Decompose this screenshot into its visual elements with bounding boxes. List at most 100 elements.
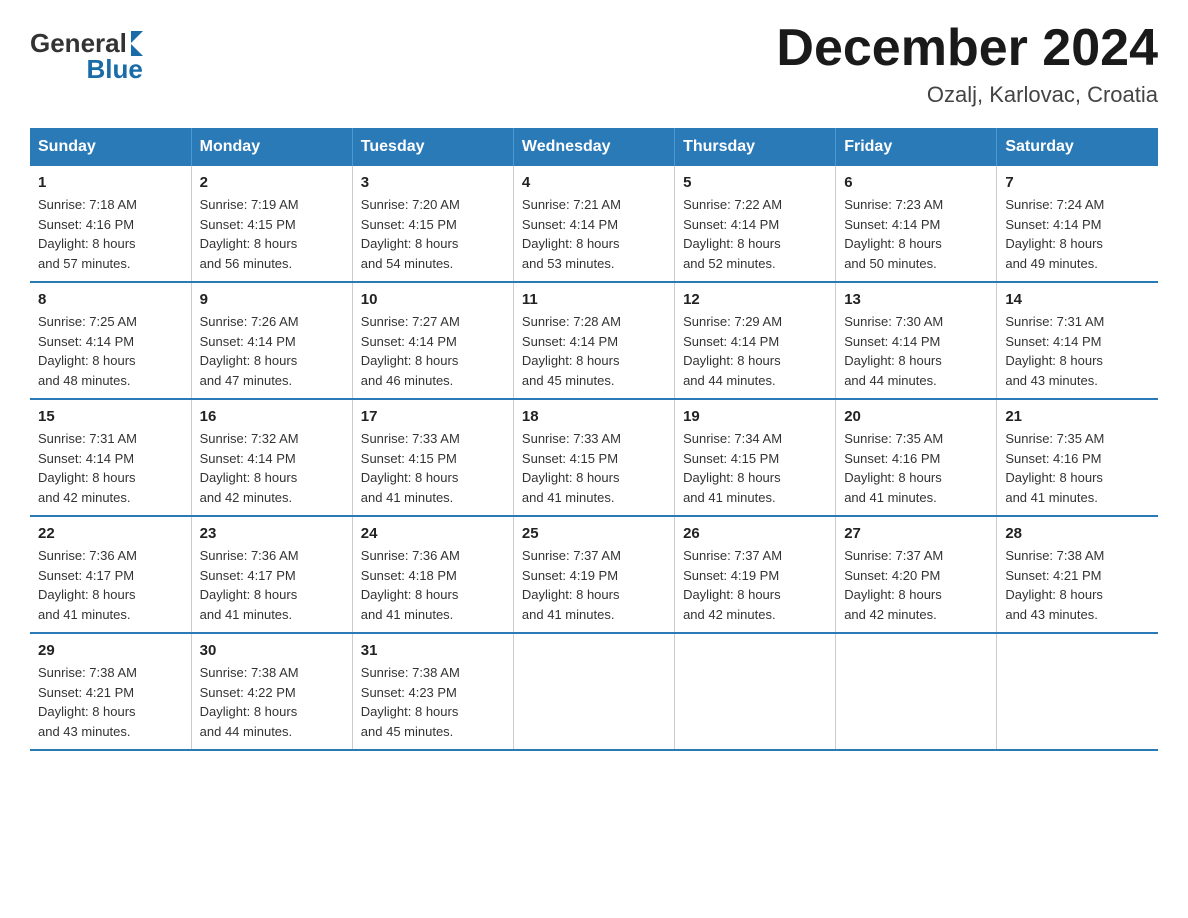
calendar-cell: 1 Sunrise: 7:18 AM Sunset: 4:16 PM Dayli… [30, 166, 191, 282]
calendar-cell: 9 Sunrise: 7:26 AM Sunset: 4:14 PM Dayli… [191, 282, 352, 399]
header-saturday: Saturday [997, 128, 1158, 166]
logo: General Blue [30, 30, 143, 83]
day-number: 4 [522, 174, 666, 191]
logo-blue-text: Blue [86, 54, 142, 84]
day-info: Sunrise: 7:28 AM Sunset: 4:14 PM Dayligh… [522, 312, 666, 390]
day-number: 2 [200, 174, 344, 191]
calendar-cell: 2 Sunrise: 7:19 AM Sunset: 4:15 PM Dayli… [191, 166, 352, 282]
calendar-week-row-3: 15 Sunrise: 7:31 AM Sunset: 4:14 PM Dayl… [30, 399, 1158, 516]
day-info: Sunrise: 7:19 AM Sunset: 4:15 PM Dayligh… [200, 195, 344, 273]
day-number: 29 [38, 642, 183, 659]
calendar-week-row-5: 29 Sunrise: 7:38 AM Sunset: 4:21 PM Dayl… [30, 633, 1158, 750]
day-number: 15 [38, 408, 183, 425]
day-info: Sunrise: 7:36 AM Sunset: 4:18 PM Dayligh… [361, 546, 505, 624]
calendar-cell: 15 Sunrise: 7:31 AM Sunset: 4:14 PM Dayl… [30, 399, 191, 516]
day-number: 6 [844, 174, 988, 191]
day-info: Sunrise: 7:33 AM Sunset: 4:15 PM Dayligh… [361, 429, 505, 507]
day-number: 12 [683, 291, 827, 308]
day-info: Sunrise: 7:36 AM Sunset: 4:17 PM Dayligh… [38, 546, 183, 624]
day-info: Sunrise: 7:24 AM Sunset: 4:14 PM Dayligh… [1005, 195, 1150, 273]
day-info: Sunrise: 7:37 AM Sunset: 4:19 PM Dayligh… [683, 546, 827, 624]
calendar-cell: 22 Sunrise: 7:36 AM Sunset: 4:17 PM Dayl… [30, 516, 191, 633]
day-info: Sunrise: 7:37 AM Sunset: 4:20 PM Dayligh… [844, 546, 988, 624]
calendar-cell: 18 Sunrise: 7:33 AM Sunset: 4:15 PM Dayl… [513, 399, 674, 516]
day-info: Sunrise: 7:35 AM Sunset: 4:16 PM Dayligh… [1005, 429, 1150, 507]
calendar-cell: 25 Sunrise: 7:37 AM Sunset: 4:19 PM Dayl… [513, 516, 674, 633]
day-info: Sunrise: 7:38 AM Sunset: 4:21 PM Dayligh… [38, 663, 183, 741]
day-number: 28 [1005, 525, 1150, 542]
calendar-cell: 4 Sunrise: 7:21 AM Sunset: 4:14 PM Dayli… [513, 166, 674, 282]
location-text: Ozalj, Karlovac, Croatia [776, 82, 1158, 108]
calendar-cell: 16 Sunrise: 7:32 AM Sunset: 4:14 PM Dayl… [191, 399, 352, 516]
header-tuesday: Tuesday [352, 128, 513, 166]
calendar-cell: 7 Sunrise: 7:24 AM Sunset: 4:14 PM Dayli… [997, 166, 1158, 282]
day-info: Sunrise: 7:31 AM Sunset: 4:14 PM Dayligh… [1005, 312, 1150, 390]
month-title: December 2024 [776, 20, 1158, 77]
day-number: 21 [1005, 408, 1150, 425]
day-info: Sunrise: 7:25 AM Sunset: 4:14 PM Dayligh… [38, 312, 183, 390]
header-monday: Monday [191, 128, 352, 166]
calendar-week-row-4: 22 Sunrise: 7:36 AM Sunset: 4:17 PM Dayl… [30, 516, 1158, 633]
calendar-cell: 30 Sunrise: 7:38 AM Sunset: 4:22 PM Dayl… [191, 633, 352, 750]
calendar-cell: 20 Sunrise: 7:35 AM Sunset: 4:16 PM Dayl… [836, 399, 997, 516]
day-number: 30 [200, 642, 344, 659]
header-wednesday: Wednesday [513, 128, 674, 166]
day-number: 18 [522, 408, 666, 425]
calendar-cell: 26 Sunrise: 7:37 AM Sunset: 4:19 PM Dayl… [675, 516, 836, 633]
calendar-cell: 5 Sunrise: 7:22 AM Sunset: 4:14 PM Dayli… [675, 166, 836, 282]
day-number: 10 [361, 291, 505, 308]
day-info: Sunrise: 7:36 AM Sunset: 4:17 PM Dayligh… [200, 546, 344, 624]
day-number: 22 [38, 525, 183, 542]
calendar-week-row-2: 8 Sunrise: 7:25 AM Sunset: 4:14 PM Dayli… [30, 282, 1158, 399]
day-number: 25 [522, 525, 666, 542]
day-info: Sunrise: 7:38 AM Sunset: 4:21 PM Dayligh… [1005, 546, 1150, 624]
calendar-cell: 14 Sunrise: 7:31 AM Sunset: 4:14 PM Dayl… [997, 282, 1158, 399]
day-number: 7 [1005, 174, 1150, 191]
day-number: 24 [361, 525, 505, 542]
day-number: 23 [200, 525, 344, 542]
day-number: 3 [361, 174, 505, 191]
day-number: 27 [844, 525, 988, 542]
calendar-cell: 27 Sunrise: 7:37 AM Sunset: 4:20 PM Dayl… [836, 516, 997, 633]
calendar-cell: 19 Sunrise: 7:34 AM Sunset: 4:15 PM Dayl… [675, 399, 836, 516]
day-number: 31 [361, 642, 505, 659]
day-info: Sunrise: 7:27 AM Sunset: 4:14 PM Dayligh… [361, 312, 505, 390]
calendar-cell: 3 Sunrise: 7:20 AM Sunset: 4:15 PM Dayli… [352, 166, 513, 282]
day-info: Sunrise: 7:26 AM Sunset: 4:14 PM Dayligh… [200, 312, 344, 390]
day-info: Sunrise: 7:29 AM Sunset: 4:14 PM Dayligh… [683, 312, 827, 390]
calendar-cell: 24 Sunrise: 7:36 AM Sunset: 4:18 PM Dayl… [352, 516, 513, 633]
day-info: Sunrise: 7:18 AM Sunset: 4:16 PM Dayligh… [38, 195, 183, 273]
day-info: Sunrise: 7:38 AM Sunset: 4:22 PM Dayligh… [200, 663, 344, 741]
day-info: Sunrise: 7:20 AM Sunset: 4:15 PM Dayligh… [361, 195, 505, 273]
day-number: 9 [200, 291, 344, 308]
calendar-cell [836, 633, 997, 750]
calendar-cell: 28 Sunrise: 7:38 AM Sunset: 4:21 PM Dayl… [997, 516, 1158, 633]
title-section: December 2024 Ozalj, Karlovac, Croatia [776, 20, 1158, 108]
day-info: Sunrise: 7:33 AM Sunset: 4:15 PM Dayligh… [522, 429, 666, 507]
day-info: Sunrise: 7:32 AM Sunset: 4:14 PM Dayligh… [200, 429, 344, 507]
calendar-cell: 10 Sunrise: 7:27 AM Sunset: 4:14 PM Dayl… [352, 282, 513, 399]
calendar-cell: 21 Sunrise: 7:35 AM Sunset: 4:16 PM Dayl… [997, 399, 1158, 516]
day-info: Sunrise: 7:38 AM Sunset: 4:23 PM Dayligh… [361, 663, 505, 741]
day-number: 5 [683, 174, 827, 191]
day-number: 20 [844, 408, 988, 425]
calendar-cell: 6 Sunrise: 7:23 AM Sunset: 4:14 PM Dayli… [836, 166, 997, 282]
day-info: Sunrise: 7:37 AM Sunset: 4:19 PM Dayligh… [522, 546, 666, 624]
header-friday: Friday [836, 128, 997, 166]
logo-general-text: General [30, 30, 127, 56]
header-thursday: Thursday [675, 128, 836, 166]
day-number: 11 [522, 291, 666, 308]
calendar-header-row: Sunday Monday Tuesday Wednesday Thursday… [30, 128, 1158, 166]
day-info: Sunrise: 7:23 AM Sunset: 4:14 PM Dayligh… [844, 195, 988, 273]
calendar-cell: 23 Sunrise: 7:36 AM Sunset: 4:17 PM Dayl… [191, 516, 352, 633]
day-number: 16 [200, 408, 344, 425]
day-number: 8 [38, 291, 183, 308]
day-number: 13 [844, 291, 988, 308]
calendar-table: Sunday Monday Tuesday Wednesday Thursday… [30, 128, 1158, 751]
logo-icon: General Blue [30, 30, 143, 83]
day-info: Sunrise: 7:34 AM Sunset: 4:15 PM Dayligh… [683, 429, 827, 507]
calendar-cell [675, 633, 836, 750]
day-number: 19 [683, 408, 827, 425]
day-info: Sunrise: 7:22 AM Sunset: 4:14 PM Dayligh… [683, 195, 827, 273]
day-info: Sunrise: 7:21 AM Sunset: 4:14 PM Dayligh… [522, 195, 666, 273]
